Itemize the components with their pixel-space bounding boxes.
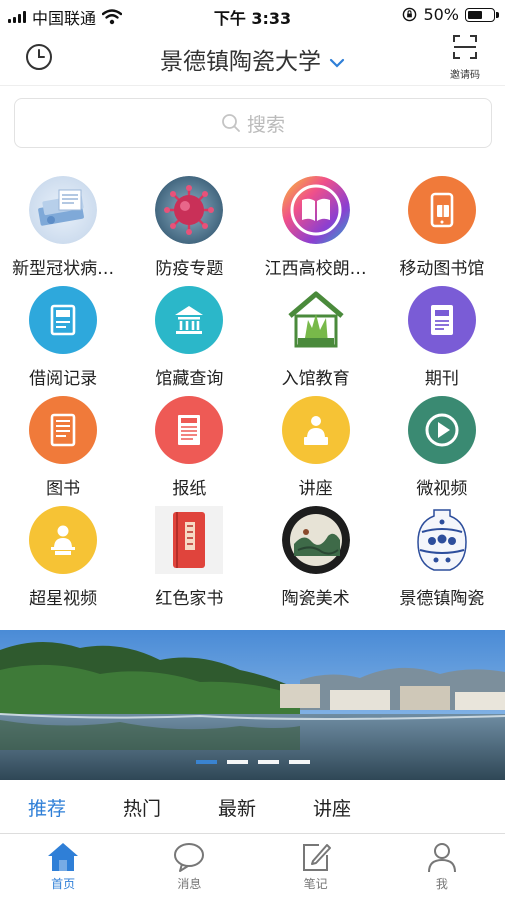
book-reading-icon bbox=[281, 176, 350, 244]
newspaper-icon bbox=[155, 396, 224, 464]
carousel-dot[interactable] bbox=[288, 760, 310, 764]
nav-label: 首页 bbox=[51, 877, 76, 891]
grid-label: 入馆教育 bbox=[281, 369, 350, 389]
grid-item-reading[interactable]: 江西高校朗… bbox=[256, 176, 376, 279]
grid-label: 红色家书 bbox=[155, 589, 224, 609]
nav-label: 我 bbox=[435, 877, 448, 891]
grid-label: 图书 bbox=[46, 479, 81, 499]
orientation-lock-icon bbox=[403, 7, 417, 22]
status-bar: 中国联通 下午 3:33 50% bbox=[0, 0, 505, 30]
nav-messages[interactable]: 消息 bbox=[126, 835, 252, 900]
chevron-down-icon bbox=[329, 58, 345, 68]
grid-label: 防疫专题 bbox=[155, 259, 224, 279]
grid-item-micro-video[interactable]: 微视频 bbox=[382, 396, 502, 499]
grid-item-book[interactable]: 图书 bbox=[3, 396, 123, 499]
virus-icon bbox=[155, 176, 224, 244]
bottom-nav: 首页 消息 笔记 我 bbox=[0, 835, 505, 900]
banner-carousel[interactable] bbox=[0, 630, 505, 780]
header: 景德镇陶瓷大学 邀请码 bbox=[0, 30, 505, 86]
grid-label: 陶瓷美术 bbox=[281, 589, 350, 609]
grid-label: 景德镇陶瓷 bbox=[399, 589, 485, 609]
grid-item-borrow-record[interactable]: 借阅记录 bbox=[3, 286, 123, 389]
grid-item-newspaper[interactable]: 报纸 bbox=[129, 396, 249, 499]
search-placeholder: 搜索 bbox=[246, 113, 285, 136]
red-letter-book-icon bbox=[155, 506, 224, 574]
grid-item-jingdezhen-porcelain[interactable]: 景德镇陶瓷 bbox=[382, 506, 502, 609]
covid-report-icon bbox=[29, 176, 98, 244]
grid-item-covid[interactable]: 新型冠状病… bbox=[3, 176, 123, 279]
grid-label: 报纸 bbox=[172, 479, 207, 499]
content-tabs: 推荐 热门 最新 讲座 bbox=[0, 782, 505, 834]
nav-label: 笔记 bbox=[303, 877, 328, 891]
grid-item-chaoxing-video[interactable]: 超星视频 bbox=[3, 506, 123, 609]
feature-grid: 新型冠状病… 防疫专题 江西高校朗… 移动图书馆 借阅记录 馆藏查询 入馆教育 … bbox=[0, 176, 505, 609]
tab-recommended[interactable]: 推荐 bbox=[0, 782, 95, 833]
note-edit-icon bbox=[302, 844, 331, 871]
borrow-record-icon bbox=[29, 286, 98, 354]
grid-item-epidemic[interactable]: 防疫专题 bbox=[129, 176, 249, 279]
book-icon bbox=[29, 396, 98, 464]
grid-label: 期刊 bbox=[424, 369, 459, 389]
status-right: 50% bbox=[402, 5, 499, 24]
library-building-icon bbox=[155, 286, 224, 354]
battery-percent: 50% bbox=[423, 5, 459, 24]
tab-popular[interactable]: 热门 bbox=[95, 782, 190, 833]
journal-icon bbox=[407, 286, 476, 354]
carousel-dots bbox=[0, 760, 505, 764]
page-title: 景德镇陶瓷大学 bbox=[160, 49, 321, 75]
banner-image bbox=[0, 630, 505, 780]
grid-label: 馆藏查询 bbox=[155, 369, 224, 389]
grid-item-mobile-library[interactable]: 移动图书馆 bbox=[382, 176, 502, 279]
grid-label: 移动图书馆 bbox=[399, 259, 485, 279]
nav-label: 消息 bbox=[177, 877, 202, 891]
message-bubble-icon bbox=[174, 843, 205, 872]
search-bar[interactable]: 搜索 bbox=[14, 98, 492, 148]
grid-label: 讲座 bbox=[298, 479, 333, 499]
ceramic-art-icon bbox=[281, 506, 350, 574]
porcelain-vase-icon bbox=[408, 506, 476, 574]
nav-home[interactable]: 首页 bbox=[0, 835, 126, 900]
grid-label: 借阅记录 bbox=[29, 369, 98, 389]
mobile-library-icon bbox=[407, 176, 476, 244]
grid-label: 江西高校朗… bbox=[264, 259, 367, 279]
presenter-icon bbox=[29, 506, 98, 574]
carousel-dot[interactable] bbox=[226, 760, 248, 764]
school-selector[interactable]: 景德镇陶瓷大学 bbox=[0, 42, 505, 76]
play-icon bbox=[407, 396, 476, 464]
grid-item-journal[interactable]: 期刊 bbox=[382, 286, 502, 389]
carousel-dot[interactable] bbox=[257, 760, 279, 764]
tab-latest[interactable]: 最新 bbox=[190, 782, 285, 833]
invite-code-button[interactable]: 邀请码 bbox=[445, 34, 485, 81]
grid-item-red-letters[interactable]: 红色家书 bbox=[129, 506, 249, 609]
scan-icon bbox=[453, 35, 477, 59]
grid-label: 超星视频 bbox=[29, 589, 98, 609]
house-hand-icon bbox=[282, 286, 350, 354]
tab-lectures[interactable]: 讲座 bbox=[285, 782, 380, 833]
carousel-dot-active[interactable] bbox=[195, 760, 217, 764]
search-icon bbox=[222, 114, 240, 132]
nav-me[interactable]: 我 bbox=[379, 835, 505, 900]
grid-item-collection[interactable]: 馆藏查询 bbox=[129, 286, 249, 389]
grid-label: 微视频 bbox=[416, 479, 468, 499]
grid-item-lecture[interactable]: 讲座 bbox=[256, 396, 376, 499]
grid-item-entry-education[interactable]: 入馆教育 bbox=[256, 286, 376, 389]
lecture-icon bbox=[281, 396, 350, 464]
nav-notes[interactable]: 笔记 bbox=[253, 835, 379, 900]
home-icon bbox=[48, 843, 79, 871]
user-icon bbox=[427, 843, 456, 873]
grid-item-ceramic-art[interactable]: 陶瓷美术 bbox=[256, 506, 376, 609]
grid-label: 新型冠状病… bbox=[12, 259, 115, 279]
battery-icon bbox=[465, 7, 499, 22]
invite-code-label: 邀请码 bbox=[450, 70, 480, 81]
